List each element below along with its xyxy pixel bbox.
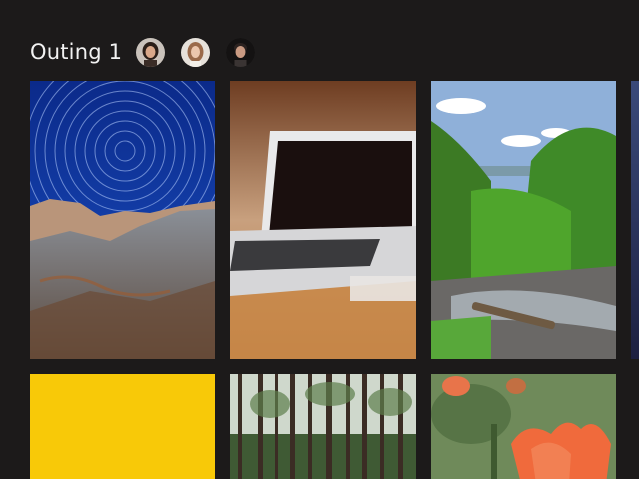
star-trails-photo-icon <box>30 81 215 359</box>
member-avatars <box>136 37 271 67</box>
avatar[interactable] <box>226 37 256 67</box>
photo-tile[interactable] <box>230 374 416 479</box>
avatar[interactable] <box>181 37 211 67</box>
photo-tile[interactable] <box>30 374 215 479</box>
photo-tile[interactable] <box>631 81 639 359</box>
forest-waterfall-photo-icon <box>431 81 616 359</box>
photo-tile[interactable] <box>431 81 616 359</box>
yellow-texture-photo-icon <box>30 374 215 479</box>
album-header: Outing 1 <box>30 36 271 68</box>
pine-forest-photo-icon <box>230 374 416 479</box>
night-sky-photo-icon <box>631 81 639 359</box>
photo-tile[interactable] <box>230 81 416 359</box>
person-avatar-icon <box>136 37 166 67</box>
laptop-photo-icon <box>230 81 416 359</box>
orange-tulips-photo-icon <box>431 374 616 479</box>
album-title[interactable]: Outing 1 <box>30 40 122 64</box>
album-view: Outing 1 <box>0 0 639 479</box>
avatar[interactable] <box>136 37 166 67</box>
photo-tile[interactable] <box>431 374 616 479</box>
photo-tile[interactable] <box>30 81 215 359</box>
person-avatar-icon <box>226 37 256 67</box>
person-avatar-icon <box>181 37 211 67</box>
